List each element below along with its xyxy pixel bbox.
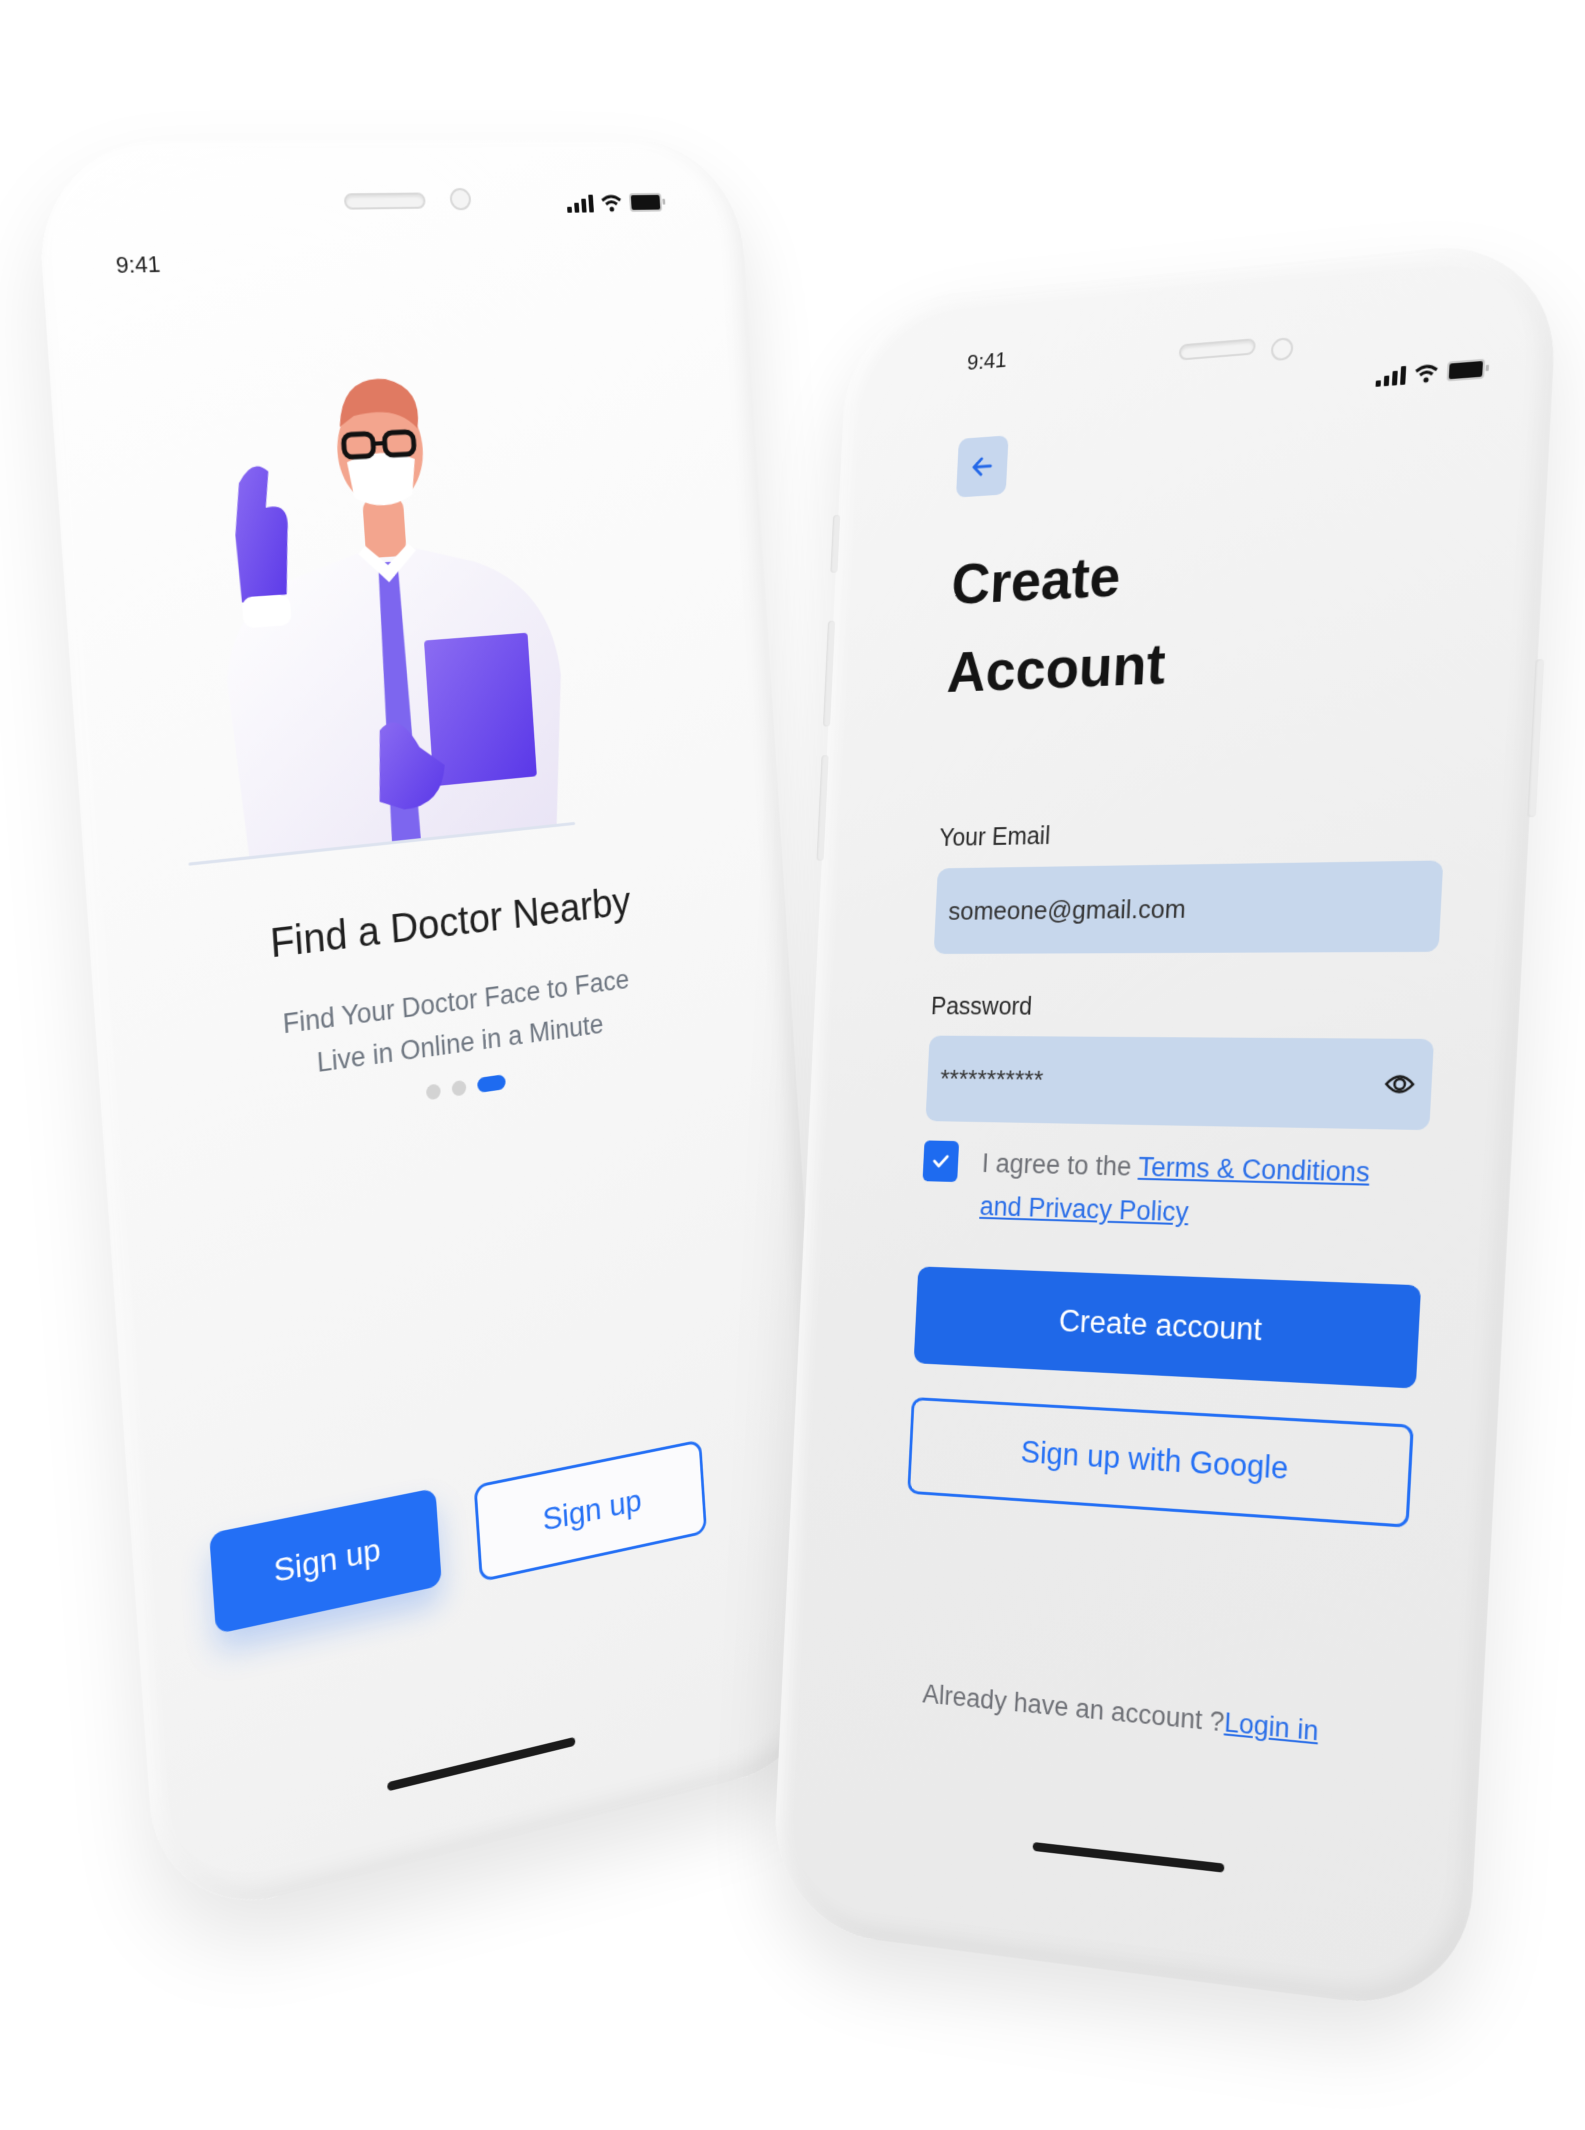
terms-prefix: I agree to the [981, 1148, 1139, 1182]
title-line-2: Account [945, 631, 1167, 705]
raised-glove [230, 464, 293, 603]
earpiece-speaker [1178, 338, 1256, 361]
home-indicator [387, 1736, 576, 1792]
terms-agreement: I agree to the Terms & Conditions and Pr… [920, 1140, 1428, 1242]
onboarding-screen: 9:41 Find a Doctor Nearby Find Your Doct… [33, 139, 839, 1927]
onboarding-phone: 9:41 Find a Doctor Nearby Find Your Doct… [33, 139, 839, 1928]
pagination-dot-3-active[interactable] [476, 1074, 507, 1094]
create-account-phone: 9:41 Create Account Your Email someone@g… [770, 236, 1561, 2017]
pagination-dot-2[interactable] [451, 1079, 467, 1097]
back-button[interactable] [955, 435, 1009, 498]
battery-icon [1446, 358, 1486, 382]
sign-up-google-button[interactable]: Sign up with Google [907, 1396, 1414, 1528]
checkmark-icon [929, 1149, 952, 1173]
front-camera [1270, 337, 1294, 362]
terms-conditions-link[interactable]: Terms & Conditions [1137, 1152, 1370, 1188]
title-line-1: Create [950, 543, 1123, 617]
cuff [241, 594, 292, 629]
earpiece-speaker [343, 192, 426, 210]
password-field[interactable]: *********** [925, 1035, 1435, 1131]
battery-icon [628, 192, 663, 212]
email-value: someone@gmail.com [947, 893, 1187, 926]
email-field[interactable]: someone@gmail.com [933, 860, 1444, 954]
status-time: 9:41 [966, 347, 1008, 375]
eye-icon[interactable] [1381, 1066, 1418, 1102]
terms-checkbox[interactable] [922, 1140, 960, 1183]
sign-up-outline-button[interactable]: Sign up [473, 1439, 708, 1583]
front-camera [449, 187, 472, 211]
status-time: 9:41 [114, 250, 162, 279]
password-value: *********** [939, 1063, 1044, 1095]
cellular-signal-icon [566, 194, 594, 213]
sign-up-primary-button[interactable]: Sign up [209, 1487, 442, 1635]
login-prompt: Already have an account ?Login in [782, 1666, 1482, 1763]
wifi-icon [600, 194, 623, 212]
mask [346, 451, 418, 508]
email-label: Your Email [938, 822, 1051, 852]
privacy-policy-link[interactable]: and Privacy Policy [979, 1191, 1189, 1227]
cellular-signal-icon [1375, 365, 1407, 387]
terms-text: I agree to the Terms & Conditions and Pr… [979, 1142, 1371, 1240]
wifi-icon [1413, 363, 1439, 383]
page-title: Create Account [945, 529, 1172, 718]
create-account-button[interactable]: Create account [913, 1266, 1422, 1389]
arrow-left-icon [968, 451, 997, 482]
doctor-illustration [218, 377, 571, 858]
status-icons [566, 192, 663, 213]
login-link[interactable]: Login in [1224, 1707, 1320, 1746]
password-label: Password [930, 992, 1033, 1021]
create-account-screen: 9:41 Create Account Your Email someone@g… [770, 237, 1560, 2016]
home-indicator [1032, 1841, 1225, 1873]
pagination-dot-1[interactable] [425, 1083, 442, 1101]
login-prompt-text: Already have an account ? [922, 1679, 1226, 1738]
status-icons [1375, 358, 1486, 387]
